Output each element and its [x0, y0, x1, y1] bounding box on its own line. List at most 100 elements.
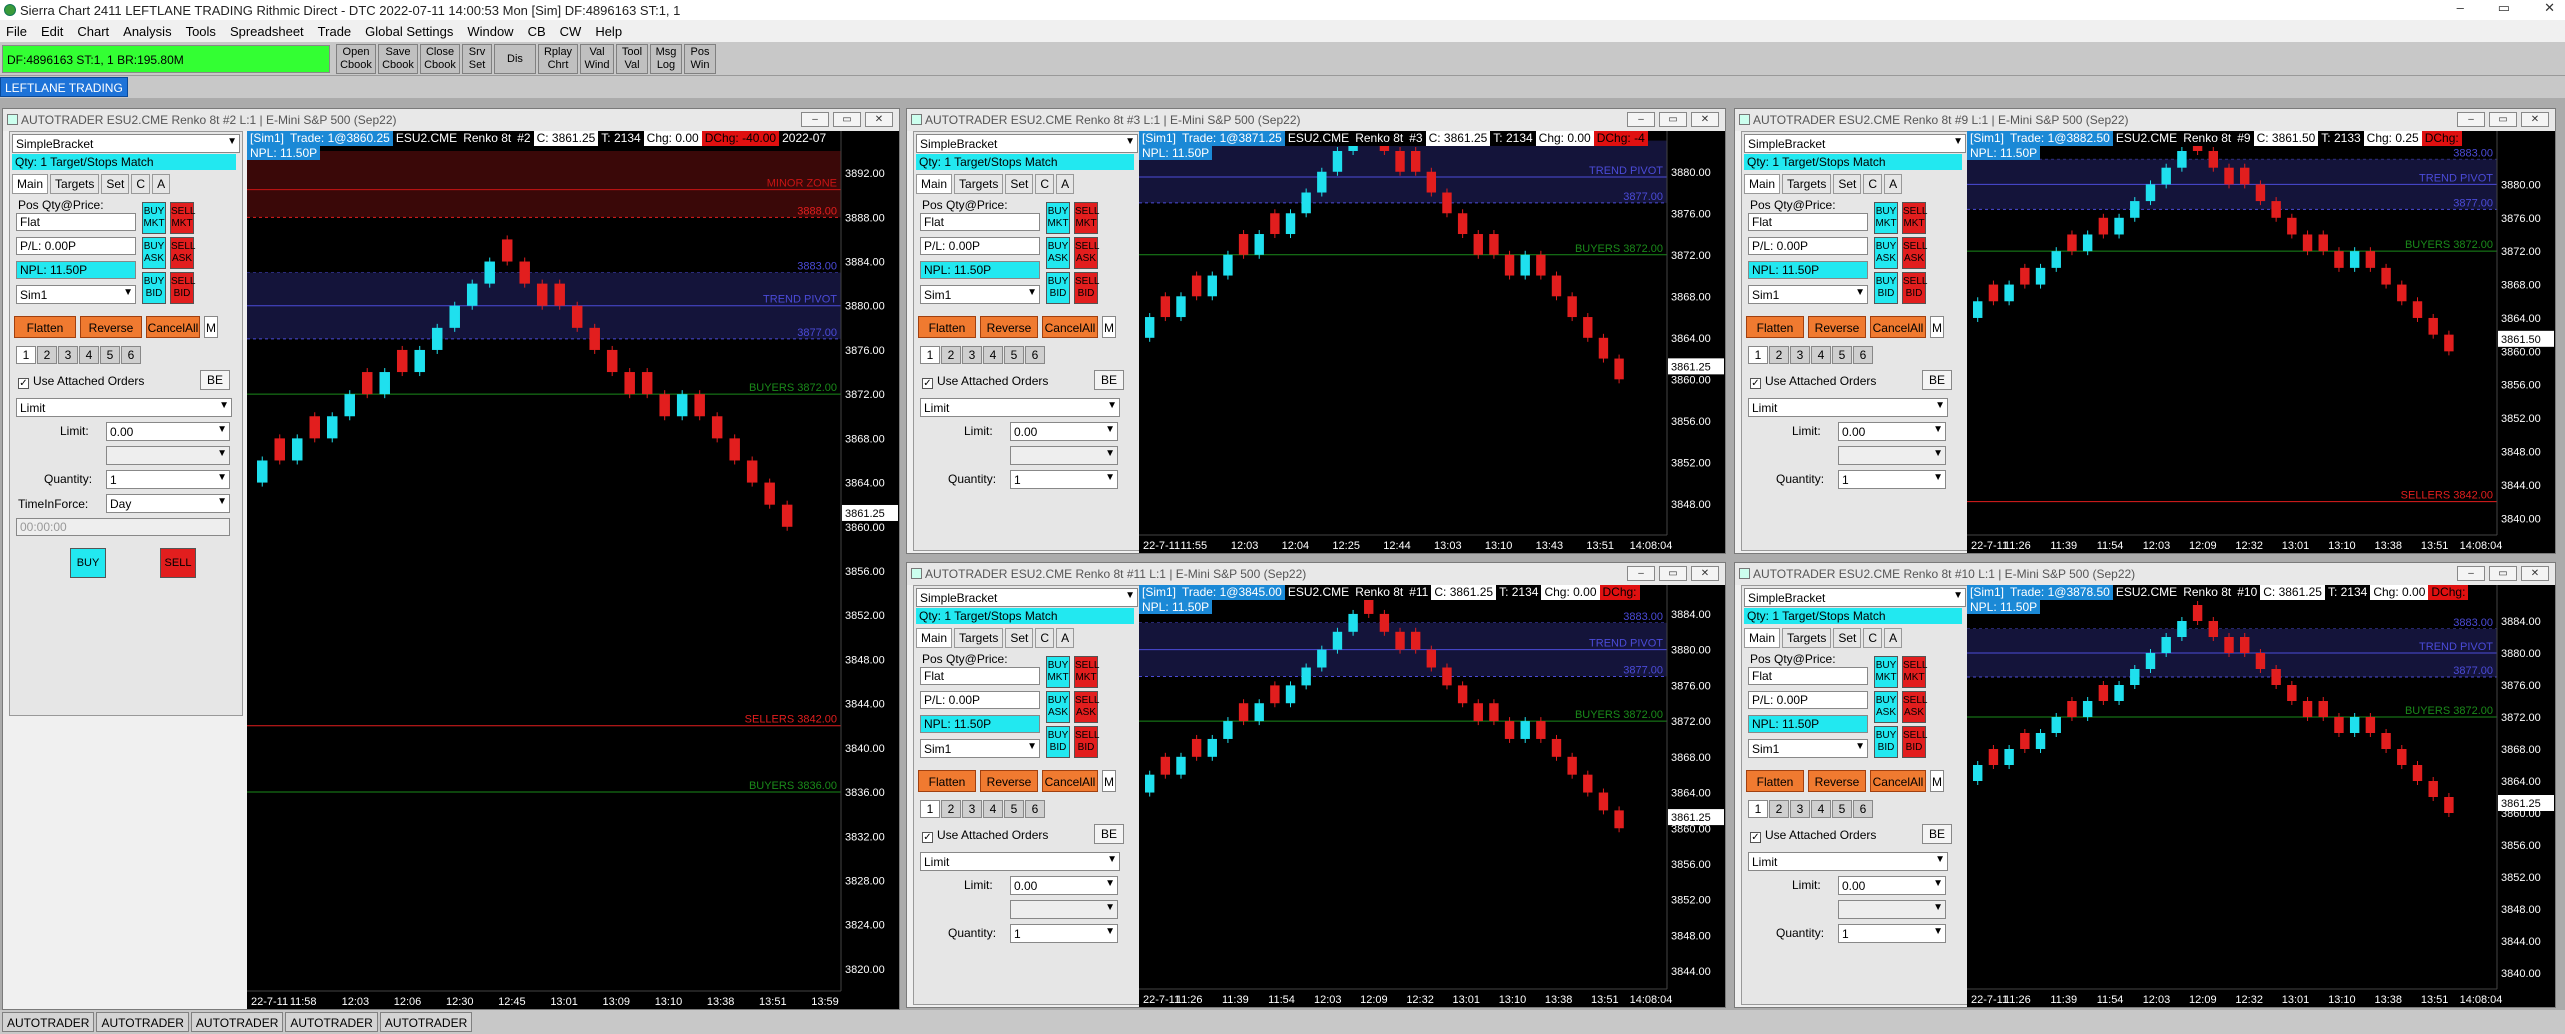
quantity-preset-5[interactable]: 5 — [100, 346, 120, 364]
strategy-select[interactable]: SimpleBracket ▼ — [1744, 588, 1966, 607]
restore-icon[interactable]: ▭ — [2489, 566, 2517, 581]
menu-cb[interactable]: CB — [528, 24, 546, 39]
sell-mkt-button[interactable]: SELL MKT — [1074, 656, 1099, 688]
tab-main[interactable]: Main — [916, 628, 953, 648]
limit-field[interactable]: 0.00 ▼ — [1010, 876, 1118, 895]
tab-targets[interactable]: Targets — [954, 174, 1004, 194]
secondary-price-field[interactable]: ▼ — [1838, 900, 1946, 919]
quantity-preset-5[interactable]: 5 — [1832, 346, 1852, 364]
buy-mkt-button[interactable]: BUY MKT — [1046, 202, 1070, 234]
secondary-price-field[interactable]: ▼ — [1838, 446, 1946, 465]
quantity-preset-6[interactable]: 6 — [1853, 800, 1873, 818]
tab-a[interactable]: A — [1884, 174, 1903, 194]
use-attached-orders-checkbox[interactable]: ✓ Use Attached Orders — [922, 374, 1048, 389]
be-button[interactable]: BE — [1922, 824, 1952, 844]
flatten-button[interactable]: Flatten — [14, 316, 76, 338]
order-type-select[interactable]: Limit ▼ — [16, 398, 232, 417]
sell-ask-button[interactable]: SELL ASK — [170, 237, 195, 269]
cancel-all-button[interactable]: CancelAll — [1042, 316, 1098, 338]
bottom-tab-autotrader[interactable]: AUTOTRADER — [285, 1012, 378, 1032]
toolbar-button-open[interactable]: Open Cbook — [336, 44, 376, 74]
quantity-preset-5[interactable]: 5 — [1004, 346, 1024, 364]
sell-ask-button[interactable]: SELL ASK — [1902, 237, 1927, 269]
sell-bid-button[interactable]: SELL BID — [1074, 272, 1099, 304]
flatten-button[interactable]: Flatten — [1746, 770, 1804, 792]
tab-a[interactable]: A — [152, 174, 171, 194]
quantity-field[interactable]: 1 ▼ — [1010, 470, 1118, 489]
buy-ask-button[interactable]: BUY ASK — [1874, 691, 1898, 723]
quantity-preset-1[interactable]: 1 — [1748, 346, 1768, 364]
tab-set[interactable]: Set — [101, 174, 130, 194]
limit-field[interactable]: 0.00 ▼ — [1838, 876, 1946, 895]
m-button[interactable]: M — [1102, 770, 1116, 792]
order-type-select[interactable]: Limit ▼ — [1748, 852, 1948, 871]
time-in-force-select[interactable]: Day ▼ — [106, 494, 230, 513]
reverse-button[interactable]: Reverse — [980, 316, 1038, 338]
tab-a[interactable]: A — [1056, 628, 1075, 648]
tab-main[interactable]: Main — [12, 174, 49, 194]
strategy-select[interactable]: SimpleBracket ▼ — [916, 134, 1138, 153]
menu-trade[interactable]: Trade — [318, 24, 351, 39]
quantity-preset-2[interactable]: 2 — [941, 800, 961, 818]
minimize-icon[interactable]: – — [2457, 112, 2485, 127]
bottom-tab-autotrader[interactable]: AUTOTRADER — [96, 1012, 189, 1032]
quantity-preset-6[interactable]: 6 — [1853, 346, 1873, 364]
sell-ask-button[interactable]: SELL ASK — [1902, 691, 1927, 723]
tab-c[interactable]: C — [1035, 628, 1055, 648]
toolbar-button-rplay[interactable]: Rplay Chrt — [538, 44, 578, 74]
buy-ask-button[interactable]: BUY ASK — [1046, 237, 1070, 269]
buy-ask-button[interactable]: BUY ASK — [1874, 237, 1898, 269]
buy-mkt-button[interactable]: BUY MKT — [1046, 656, 1070, 688]
sell-bid-button[interactable]: SELL BID — [1902, 272, 1927, 304]
toolbar-button-pos[interactable]: Pos Win — [684, 44, 716, 74]
m-button[interactable]: M — [1930, 770, 1944, 792]
buy-ask-button[interactable]: BUY ASK — [142, 237, 166, 269]
toolbar-button-dis[interactable]: Dis — [494, 44, 536, 74]
toolbar-button-tool[interactable]: Tool Val — [616, 44, 648, 74]
buy-bid-button[interactable]: BUY BID — [1874, 272, 1898, 304]
quantity-preset-3[interactable]: 3 — [1790, 346, 1810, 364]
tab-set[interactable]: Set — [1833, 628, 1862, 648]
menu-chart[interactable]: Chart — [77, 24, 109, 39]
restore-icon[interactable]: ▭ — [2489, 112, 2517, 127]
limit-field[interactable]: 0.00 ▼ — [1838, 422, 1946, 441]
tab-c[interactable]: C — [1863, 628, 1883, 648]
restore-icon[interactable]: ▭ — [1659, 566, 1687, 581]
cancel-all-button[interactable]: CancelAll — [146, 316, 200, 338]
strategy-select[interactable]: SimpleBracket ▼ — [12, 134, 240, 153]
quantity-preset-5[interactable]: 5 — [1832, 800, 1852, 818]
reverse-button[interactable]: Reverse — [980, 770, 1038, 792]
tab-c[interactable]: C — [131, 174, 151, 194]
buy-ask-button[interactable]: BUY ASK — [1046, 691, 1070, 723]
be-button[interactable]: BE — [1922, 370, 1952, 390]
toolbar-button-val[interactable]: Val Wind — [580, 44, 614, 74]
menu-help[interactable]: Help — [595, 24, 622, 39]
use-attached-orders-checkbox[interactable]: ✓ Use Attached Orders — [1750, 374, 1876, 389]
account-select[interactable]: Sim1 ▼ — [920, 739, 1040, 758]
quantity-preset-4[interactable]: 4 — [983, 346, 1003, 364]
cancel-all-button[interactable]: CancelAll — [1870, 316, 1926, 338]
quantity-preset-6[interactable]: 6 — [1025, 800, 1045, 818]
sell-ask-button[interactable]: SELL ASK — [1074, 691, 1099, 723]
quantity-preset-4[interactable]: 4 — [983, 800, 1003, 818]
minimize-icon[interactable]: – — [1627, 566, 1655, 581]
tab-main[interactable]: Main — [1744, 628, 1781, 648]
reverse-button[interactable]: Reverse — [1808, 770, 1866, 792]
sell-button[interactable]: SELL — [160, 548, 196, 578]
quantity-preset-2[interactable]: 2 — [941, 346, 961, 364]
buy-mkt-button[interactable]: BUY MKT — [1874, 202, 1898, 234]
close-icon[interactable]: ✕ — [2544, 0, 2555, 16]
use-attached-orders-checkbox[interactable]: ✓ Use Attached Orders — [18, 374, 144, 389]
quantity-preset-3[interactable]: 3 — [58, 346, 78, 364]
account-select[interactable]: Sim1 ▼ — [920, 285, 1040, 304]
minimize-icon[interactable]: – — [801, 112, 829, 127]
flatten-button[interactable]: Flatten — [1746, 316, 1804, 338]
m-button[interactable]: M — [1930, 316, 1944, 338]
quantity-preset-4[interactable]: 4 — [1811, 346, 1831, 364]
tab-set[interactable]: Set — [1005, 628, 1034, 648]
quantity-preset-3[interactable]: 3 — [962, 346, 982, 364]
tab-set[interactable]: Set — [1833, 174, 1862, 194]
quantity-preset-1[interactable]: 1 — [920, 346, 940, 364]
bottom-tab-autotrader[interactable]: AUTOTRADER — [2, 1012, 95, 1032]
secondary-price-field[interactable]: ▼ — [106, 446, 230, 465]
